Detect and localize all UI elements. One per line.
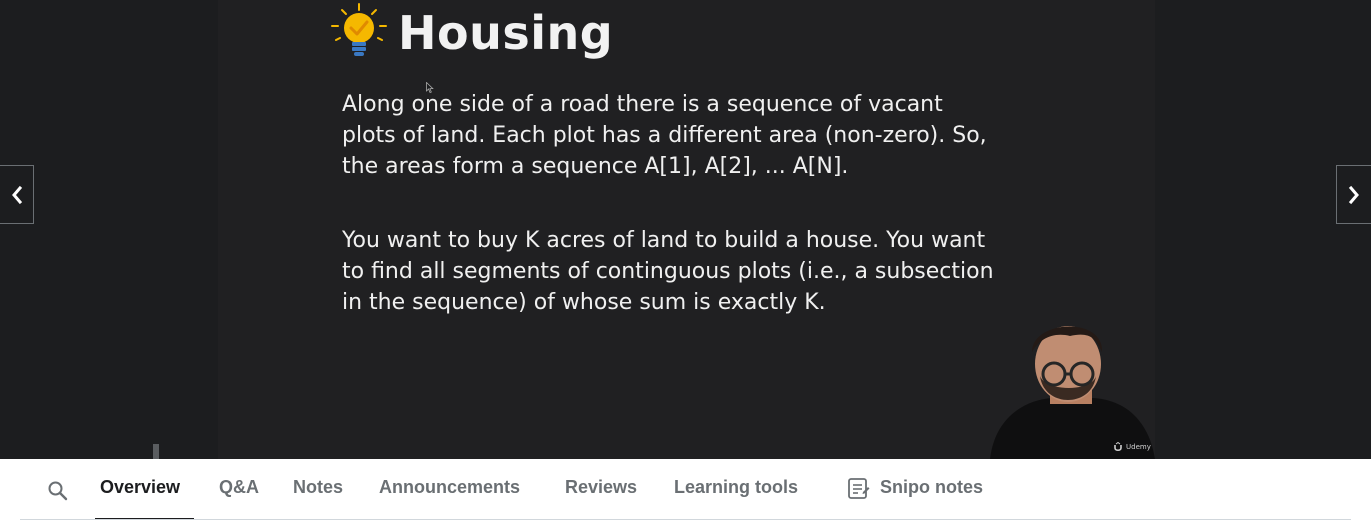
- course-tab-bar: Overview Q&A Notes Announcements Reviews…: [0, 459, 1371, 527]
- tab-label: Reviews: [565, 477, 638, 497]
- tab-label: Learning tools: [674, 477, 799, 497]
- previous-lecture-button[interactable]: [0, 165, 34, 224]
- watermark-text: Udemy: [1126, 443, 1151, 451]
- tab-overview[interactable]: Overview: [95, 477, 194, 520]
- tab-label: Overview: [100, 477, 181, 497]
- instructor-video-feed: [990, 326, 1155, 459]
- video-player[interactable]: Housing Along one side of a road there i…: [0, 0, 1371, 459]
- tab-notes[interactable]: Notes: [293, 477, 343, 520]
- tab-snipo-notes[interactable]: Snipo notes: [847, 477, 983, 520]
- slide-title-row: Housing: [328, 0, 613, 66]
- tab-label: Announcements: [379, 477, 521, 497]
- chevron-right-icon: [1348, 185, 1359, 204]
- chevron-left-icon: [11, 185, 22, 204]
- tab-reviews[interactable]: Reviews: [565, 477, 637, 520]
- notes-list-icon: [848, 478, 870, 499]
- search-icon[interactable]: [46, 479, 70, 503]
- udemy-logo-icon: [1114, 442, 1122, 452]
- tab-announcements[interactable]: Announcements: [379, 477, 520, 520]
- udemy-watermark: Udemy: [1113, 442, 1151, 452]
- tab-label: Snipo notes: [880, 477, 983, 497]
- progress-scrubber-handle[interactable]: [153, 444, 159, 459]
- next-lecture-button[interactable]: [1336, 165, 1371, 224]
- tab-qa[interactable]: Q&A: [219, 477, 259, 520]
- tab-learning-tools[interactable]: Learning tools: [674, 477, 798, 520]
- slide-paragraph: You want to buy K acres of land to build…: [342, 228, 994, 315]
- mouse-cursor-icon: [426, 82, 434, 93]
- tab-label: Q&A: [219, 477, 259, 497]
- tab-label: Notes: [293, 477, 344, 497]
- tab-divider: [20, 519, 1351, 520]
- slide-title: Housing: [398, 6, 614, 60]
- lightbulb-check-icon: [331, 3, 387, 56]
- slide-paragraph: Along one side of a road there is a sequ…: [342, 92, 987, 179]
